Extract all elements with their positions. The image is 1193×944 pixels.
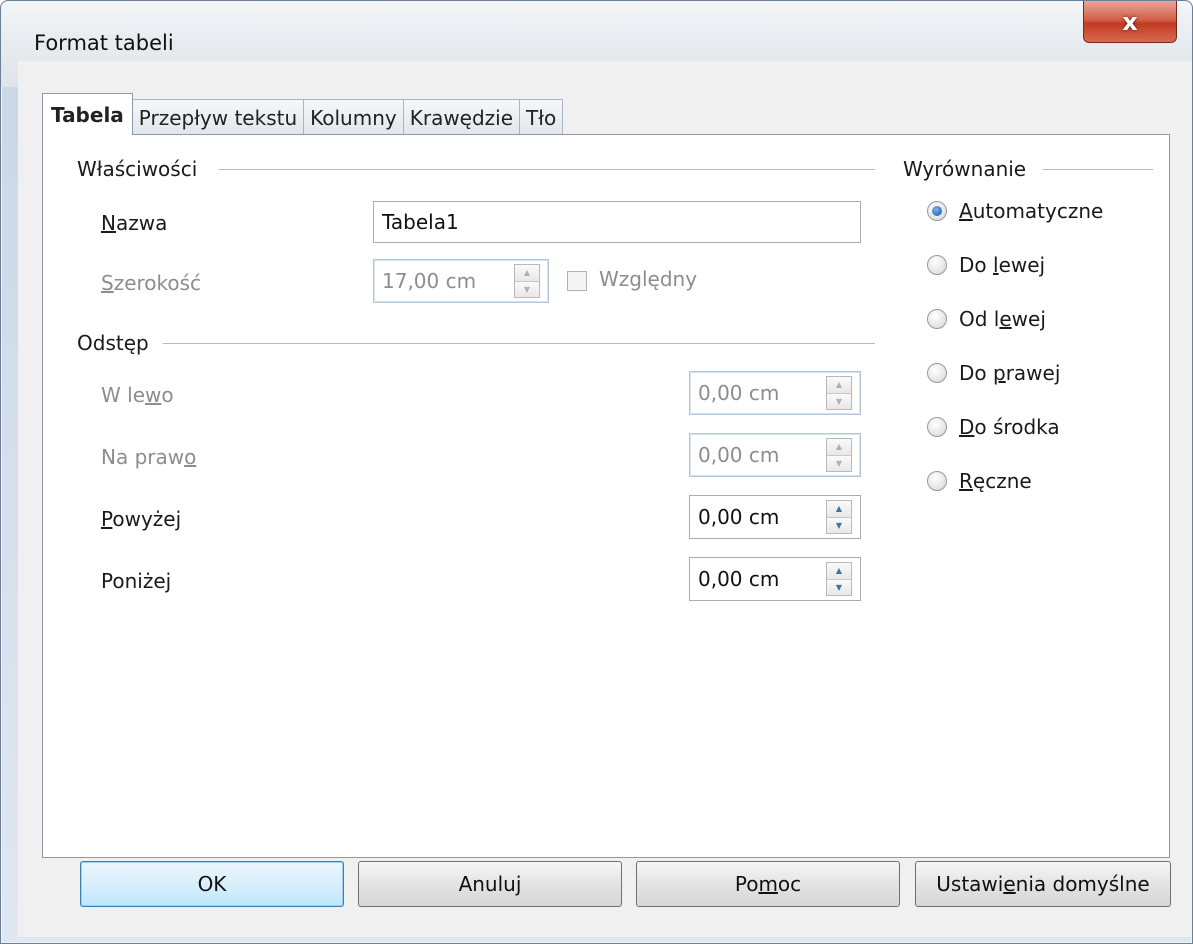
spin-up-icon[interactable]: ▲: [515, 265, 539, 282]
name-input-value: Tabela1: [382, 210, 459, 234]
tab-przeplyw-tekstu[interactable]: Przepływ tekstu: [132, 99, 305, 135]
radio-do-lewej[interactable]: Do lewej: [927, 253, 1045, 277]
width-spinner[interactable]: 17,00 cm ▲ ▼: [373, 259, 549, 303]
spin-down-icon[interactable]: ▼: [827, 393, 851, 409]
radio-od-lewej[interactable]: Od lewej: [927, 307, 1046, 331]
width-spinner-buttons: ▲ ▼: [514, 264, 540, 298]
tab-bar: Tabela Przepływ tekstu Kolumny Krawędzie…: [42, 93, 564, 135]
tab-krawedzie[interactable]: Krawędzie: [403, 99, 521, 135]
above-spacing-value: 0,00 cm: [698, 505, 780, 529]
right-spacing-buttons: ▲ ▼: [826, 438, 852, 472]
alignment-group-label: Wyrównanie: [903, 157, 1027, 181]
above-spacing-spinner[interactable]: 0,00 cm ▲ ▼: [689, 495, 861, 539]
radio-automatyczne[interactable]: Automatyczne: [927, 199, 1103, 223]
properties-divider: [219, 169, 875, 170]
tab-label: Tło: [526, 105, 557, 130]
close-icon: x: [1122, 7, 1138, 36]
ok-button[interactable]: OK: [80, 861, 344, 907]
tab-label: Przepływ tekstu: [138, 105, 298, 130]
reset-defaults-button[interactable]: Ustawienia domyślne: [915, 861, 1171, 907]
spin-up-icon[interactable]: ▲: [827, 439, 851, 456]
properties-group-label: Właściwości: [77, 157, 198, 181]
relative-label: Względny: [599, 267, 698, 291]
name-input[interactable]: Tabela1: [373, 201, 861, 243]
tab-label: Kolumny: [310, 105, 397, 130]
radio-do-srodka[interactable]: Do środka: [927, 415, 1060, 439]
below-spacing-buttons: ▲ ▼: [826, 562, 852, 596]
tab-kolumny[interactable]: Kolumny: [304, 99, 404, 135]
left-spacing-buttons: ▲ ▼: [826, 376, 852, 410]
radio-reczne[interactable]: Ręczne: [927, 469, 1032, 493]
radio-label: Od lewej: [959, 307, 1046, 331]
radio-label: Do lewej: [959, 253, 1046, 277]
right-spacing-label: Na prawo: [101, 445, 197, 469]
tab-label: Krawędzie: [409, 105, 514, 130]
left-spacing-spinner[interactable]: 0,00 cm ▲ ▼: [689, 371, 861, 415]
reset-button-label: Ustawienia domyślne: [936, 872, 1150, 896]
dialog-client: Tabela Przepływ tekstu Kolumny Krawędzie…: [18, 61, 1192, 937]
relative-checkbox[interactable]: [567, 271, 587, 291]
radio-icon: [927, 255, 947, 275]
radio-do-prawej[interactable]: Do prawej: [927, 361, 1060, 385]
alignment-divider: [1043, 169, 1153, 170]
radio-label: Do prawej: [959, 361, 1061, 385]
ok-button-label: OK: [197, 872, 227, 896]
name-label: Nazwa: [101, 211, 168, 235]
below-spacing-spinner[interactable]: 0,00 cm ▲ ▼: [689, 557, 861, 601]
radio-icon: [927, 363, 947, 383]
radio-icon: [927, 417, 947, 437]
radio-label: Ręczne: [959, 469, 1032, 493]
tab-tabela[interactable]: Tabela: [42, 93, 133, 135]
spin-up-icon[interactable]: ▲: [827, 501, 851, 518]
window-title: Format tabeli: [34, 31, 174, 55]
help-button[interactable]: Pomoc: [636, 861, 900, 907]
radio-icon: [927, 471, 947, 491]
tab-tlo[interactable]: Tło: [520, 99, 564, 135]
spacing-divider: [163, 343, 875, 344]
dialog-window: Format tabeli x Tabela Przepływ tekstu K…: [0, 0, 1193, 944]
tab-panel: Właściwości Nazwa Tabela1 Szerokość 17,0…: [42, 134, 1170, 858]
cancel-button[interactable]: Anuluj: [358, 861, 622, 907]
radio-label: Do środka: [959, 415, 1060, 439]
spacing-group-label: Odstęp: [77, 331, 149, 355]
radio-label: Automatyczne: [959, 199, 1104, 223]
left-spacing-value: 0,00 cm: [698, 381, 780, 405]
cancel-button-label: Anuluj: [458, 872, 522, 896]
tab-label: Tabela: [51, 102, 124, 127]
right-spacing-spinner[interactable]: 0,00 cm ▲ ▼: [689, 433, 861, 477]
right-spacing-value: 0,00 cm: [698, 443, 780, 467]
help-button-label: Pomoc: [734, 872, 802, 896]
below-spacing-label: Poniżej: [101, 569, 172, 593]
width-spinner-value: 17,00 cm: [382, 269, 477, 293]
above-spacing-buttons: ▲ ▼: [826, 500, 852, 534]
spin-down-icon[interactable]: ▼: [827, 455, 851, 471]
close-button[interactable]: x: [1083, 1, 1177, 43]
radio-icon: [927, 309, 947, 329]
above-spacing-label: Powyżej: [101, 507, 182, 531]
spin-down-icon[interactable]: ▼: [827, 579, 851, 595]
spin-up-icon[interactable]: ▲: [827, 377, 851, 394]
below-spacing-value: 0,00 cm: [698, 567, 780, 591]
spin-down-icon[interactable]: ▼: [827, 517, 851, 533]
spin-down-icon[interactable]: ▼: [515, 281, 539, 297]
radio-checked-icon: [927, 201, 947, 221]
width-label: Szerokość: [101, 271, 202, 295]
spin-up-icon[interactable]: ▲: [827, 563, 851, 580]
left-spacing-label: W lewo: [101, 383, 174, 407]
